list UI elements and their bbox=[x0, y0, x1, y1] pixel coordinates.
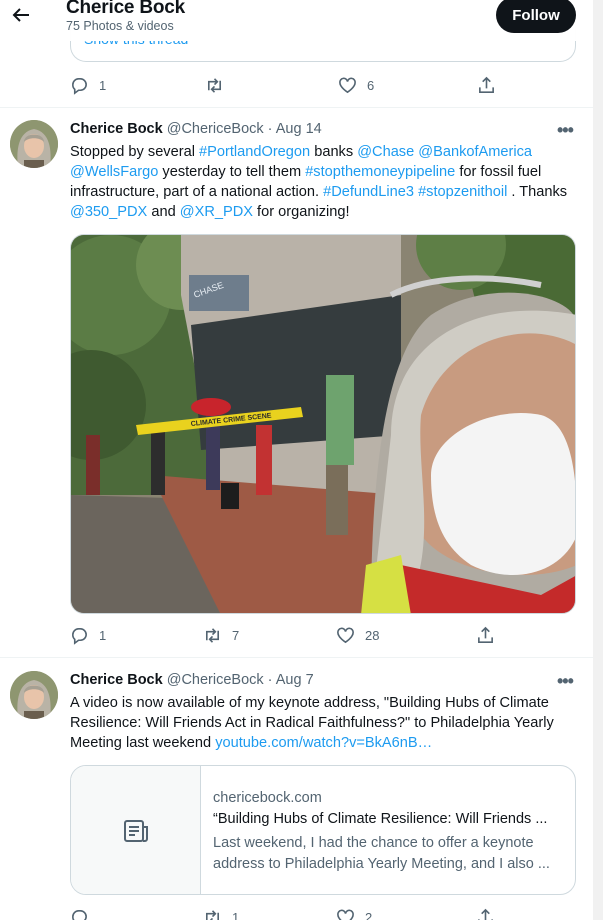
reply-icon bbox=[72, 910, 87, 920]
tweet-header: Cherice Bock @ChericeBock · Aug 7 bbox=[70, 672, 314, 688]
author-handle[interactable]: @ChericeBock bbox=[167, 672, 264, 688]
profile-name: Cherice Bock bbox=[66, 0, 186, 18]
tweet-text: Stopped by several #PortlandOregon banks… bbox=[70, 142, 578, 222]
like-button[interactable]: 6 bbox=[338, 76, 374, 95]
share-icon bbox=[479, 76, 494, 93]
tweet-text-segment: for organizing! bbox=[252, 204, 350, 220]
hashtag-link[interactable]: #PortlandOregon bbox=[199, 144, 310, 160]
mention-link[interactable]: @WellsFargo bbox=[70, 164, 158, 180]
retweet-icon bbox=[205, 628, 220, 643]
scrollbar[interactable] bbox=[593, 0, 603, 920]
media-count: 75 Photos & videos bbox=[66, 19, 174, 33]
tweet1-actions: 1 7 28 bbox=[70, 626, 500, 646]
retweet-button[interactable] bbox=[205, 76, 224, 95]
more-icon[interactable]: ••• bbox=[557, 671, 574, 692]
reply-button[interactable]: 1 bbox=[70, 76, 106, 95]
tweet-text-segment: banks bbox=[310, 144, 358, 160]
dot-separator: · bbox=[267, 121, 273, 137]
retweet-count: 7 bbox=[232, 628, 240, 643]
tweet-text-segment: . Thanks bbox=[507, 184, 568, 200]
tweet-header: Cherice Bock @ChericeBock · Aug 14 bbox=[70, 121, 322, 137]
retweet-button[interactable]: 1 bbox=[203, 908, 239, 920]
prev-tweet-actions: 1 6 bbox=[70, 76, 500, 96]
avatar[interactable] bbox=[10, 671, 58, 719]
author-name[interactable]: Cherice Bock bbox=[70, 121, 163, 137]
link-preview-card[interactable]: chericebock.com “Building Hubs of Climat… bbox=[70, 765, 576, 895]
share-icon bbox=[478, 626, 493, 643]
card-desc-line: address to Philadelphia Yearly Meeting, … bbox=[213, 856, 550, 872]
tweet-text-segment: and bbox=[147, 204, 180, 220]
profile-header: Cherice Bock 75 Photos & videos Follow bbox=[0, 0, 593, 41]
dot-separator: · bbox=[267, 672, 273, 688]
retweet-icon bbox=[207, 78, 222, 93]
author-name[interactable]: Cherice Bock bbox=[70, 672, 163, 688]
follow-button[interactable]: Follow bbox=[496, 0, 576, 33]
tweet-text-segment: yesterday to tell them bbox=[158, 164, 306, 180]
like-icon bbox=[337, 627, 354, 644]
share-button[interactable] bbox=[476, 908, 495, 920]
tweet-photo[interactable]: CHASE CLIMATE CRIME SCENE bbox=[70, 234, 576, 614]
mention-link[interactable]: @350_PDX bbox=[70, 204, 147, 220]
reply-count: 1 bbox=[99, 78, 107, 93]
share-button[interactable] bbox=[476, 626, 495, 645]
tweet-date[interactable]: Aug 14 bbox=[276, 121, 322, 137]
reply-icon bbox=[72, 78, 87, 95]
card-desc-line: Last weekend, I had the chance to offer … bbox=[213, 835, 534, 851]
reply-button[interactable]: 1 bbox=[70, 626, 106, 645]
tweet-text-segment: Stopped by several bbox=[70, 144, 199, 160]
like-button[interactable]: 2 bbox=[336, 908, 372, 920]
reply-count: 1 bbox=[99, 628, 107, 643]
card-domain: chericebock.com bbox=[213, 790, 322, 806]
like-icon bbox=[339, 77, 356, 94]
youtube-link[interactable]: youtube.com/watch?v=BkA6nB… bbox=[215, 735, 432, 751]
hashtag-link[interactable]: #stopthemoneypipeline bbox=[305, 164, 455, 180]
avatar[interactable] bbox=[10, 120, 58, 168]
like-icon bbox=[337, 909, 354, 920]
retweet-count: 1 bbox=[232, 910, 240, 920]
retweet-icon bbox=[205, 910, 220, 920]
mention-link[interactable]: @XR_PDX bbox=[180, 204, 253, 220]
card-title: “Building Hubs of Climate Resilience: Wi… bbox=[213, 811, 548, 827]
like-count: 28 bbox=[365, 628, 380, 643]
reply-button[interactable] bbox=[70, 908, 89, 920]
reply-icon bbox=[72, 628, 87, 645]
author-handle[interactable]: @ChericeBock bbox=[167, 121, 264, 137]
tweet-date[interactable]: Aug 7 bbox=[276, 672, 314, 688]
share-button[interactable] bbox=[477, 76, 496, 95]
hashtag-link[interactable]: #DefundLine3 bbox=[323, 184, 414, 200]
like-button[interactable]: 28 bbox=[336, 626, 379, 645]
more-icon[interactable]: ••• bbox=[557, 120, 574, 141]
retweet-button[interactable]: 7 bbox=[203, 626, 239, 645]
divider bbox=[0, 107, 593, 108]
tweet2-actions: 1 2 bbox=[70, 908, 500, 920]
share-icon bbox=[478, 908, 493, 920]
like-count: 6 bbox=[367, 78, 375, 93]
divider bbox=[0, 657, 593, 658]
mention-link[interactable]: @BankofAmerica bbox=[418, 144, 532, 160]
back-arrow-icon[interactable] bbox=[10, 4, 32, 26]
card-description: Last weekend, I had the chance to offer … bbox=[213, 833, 565, 875]
article-icon bbox=[71, 766, 201, 894]
like-count: 2 bbox=[365, 910, 373, 920]
mention-link[interactable]: @Chase bbox=[357, 144, 414, 160]
hashtag-link[interactable]: #stopzenithoil bbox=[418, 184, 507, 200]
tweet-text: A video is now available of my keynote a… bbox=[70, 693, 578, 753]
